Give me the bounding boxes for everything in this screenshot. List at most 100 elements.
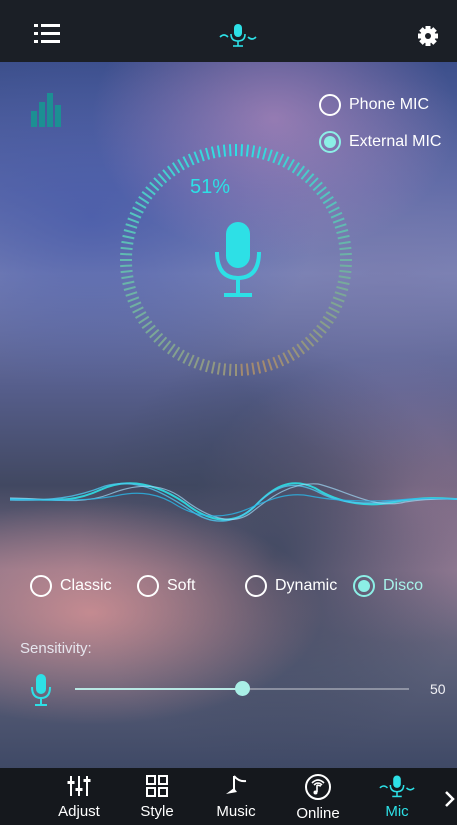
dial-tick [120,269,133,274]
dial-tick [319,320,331,329]
tab-mic[interactable]: Mic [362,768,432,825]
dial-tick [199,358,205,371]
dial-tick [193,356,200,369]
dial-tick [330,301,343,309]
dial-tick [245,363,250,376]
radio-button[interactable] [245,575,267,597]
dial-tick [277,153,285,166]
dial-tick [141,320,153,329]
dial-tick [338,240,351,245]
bottom-tab-bar: Adjust Style Music Online Mic [0,768,457,825]
equalizer-bars-icon[interactable] [31,93,65,127]
dial-tick [304,173,315,184]
dial-tick [332,217,345,224]
audio-waveform [10,482,457,522]
dial-tick [328,306,340,314]
dial-tick [337,234,350,240]
microphone-icon[interactable] [212,222,264,298]
tab-label: Adjust [58,803,100,820]
dial-tick [210,361,216,374]
dial-tick [127,296,140,303]
dial-tick [339,246,352,251]
menu-icon[interactable] [34,24,60,44]
radio-label: Phone MIC [349,96,430,113]
dial-tick [287,159,295,171]
dial-tick [138,195,150,205]
dial-tick [153,332,164,343]
music-note-icon [226,775,247,794]
radio-label: External MIC [349,133,442,150]
dial-tick [177,349,185,361]
radio-label: Disco [383,577,424,594]
dial-tick [129,211,142,219]
dial-tick [222,144,227,157]
dial-tick [330,211,343,219]
dial-tick [339,252,352,256]
dial-tick [277,354,285,367]
mode-soft[interactable]: Soft [137,575,195,597]
tab-label: Music [216,803,256,820]
sensitivity-slider[interactable] [75,681,409,696]
mode-dynamic[interactable]: Dynamic [245,575,337,597]
radio-button[interactable] [319,94,341,116]
dial-tick [240,363,244,376]
dial-tick [127,217,140,224]
dial-tick [177,159,185,171]
dial-tick [167,165,176,177]
chevron-right-icon[interactable] [444,790,456,808]
dial-tick [272,356,279,369]
dial-tick [205,147,211,160]
dial-tick [261,147,267,160]
dial-tick [316,186,327,196]
dial-tick [291,346,301,358]
mode-classic[interactable]: Classic [30,575,112,597]
dial-tick [287,349,295,361]
dial-tick [199,149,205,162]
mic-wave-icon [379,775,415,798]
dial-tick [334,291,347,297]
slider-thumb[interactable] [235,681,250,696]
dial-tick [304,336,315,347]
tab-adjust[interactable]: Adjust [44,768,114,825]
radio-button[interactable] [353,575,375,597]
dial-tick [300,169,310,180]
radio-button[interactable] [137,575,159,597]
grid-icon [146,775,168,797]
dial-tick [332,296,345,303]
dial-tick [291,162,301,174]
dial-tick [338,275,351,280]
dial-tick [145,324,156,334]
radio-phone-mic[interactable]: Phone MIC [319,94,429,116]
radio-label: Soft [167,577,196,594]
dial-tick [339,269,352,274]
radio-button[interactable] [30,575,52,597]
dial-tick [149,328,160,339]
dial-tick [125,291,138,297]
dial-tick [251,362,256,375]
dial-tick [193,151,200,164]
dial-tick [336,229,349,235]
dial-tick [132,206,144,214]
slider-fill [75,688,242,690]
dial-tick [308,332,319,343]
dial-tick [296,165,305,177]
dial-tick [267,149,273,162]
mode-disco[interactable]: Disco [353,575,423,597]
dial-tick [157,336,168,347]
dial-tick [125,223,138,229]
tab-music[interactable]: Music [201,768,271,825]
dial-tick [300,340,310,351]
tab-label: Online [296,805,340,822]
sliders-icon [67,776,91,796]
tab-online[interactable]: Online [283,768,353,825]
dial-tick [336,285,349,291]
dial-tick [171,162,181,174]
dial-tick [272,151,279,164]
dial-tick [282,352,290,364]
dial-tick [256,146,262,159]
tab-style[interactable]: Style [122,768,192,825]
gear-icon[interactable] [417,25,439,47]
dial-tick [171,346,181,358]
dial-tick [210,146,216,159]
dial-tick [296,343,305,355]
